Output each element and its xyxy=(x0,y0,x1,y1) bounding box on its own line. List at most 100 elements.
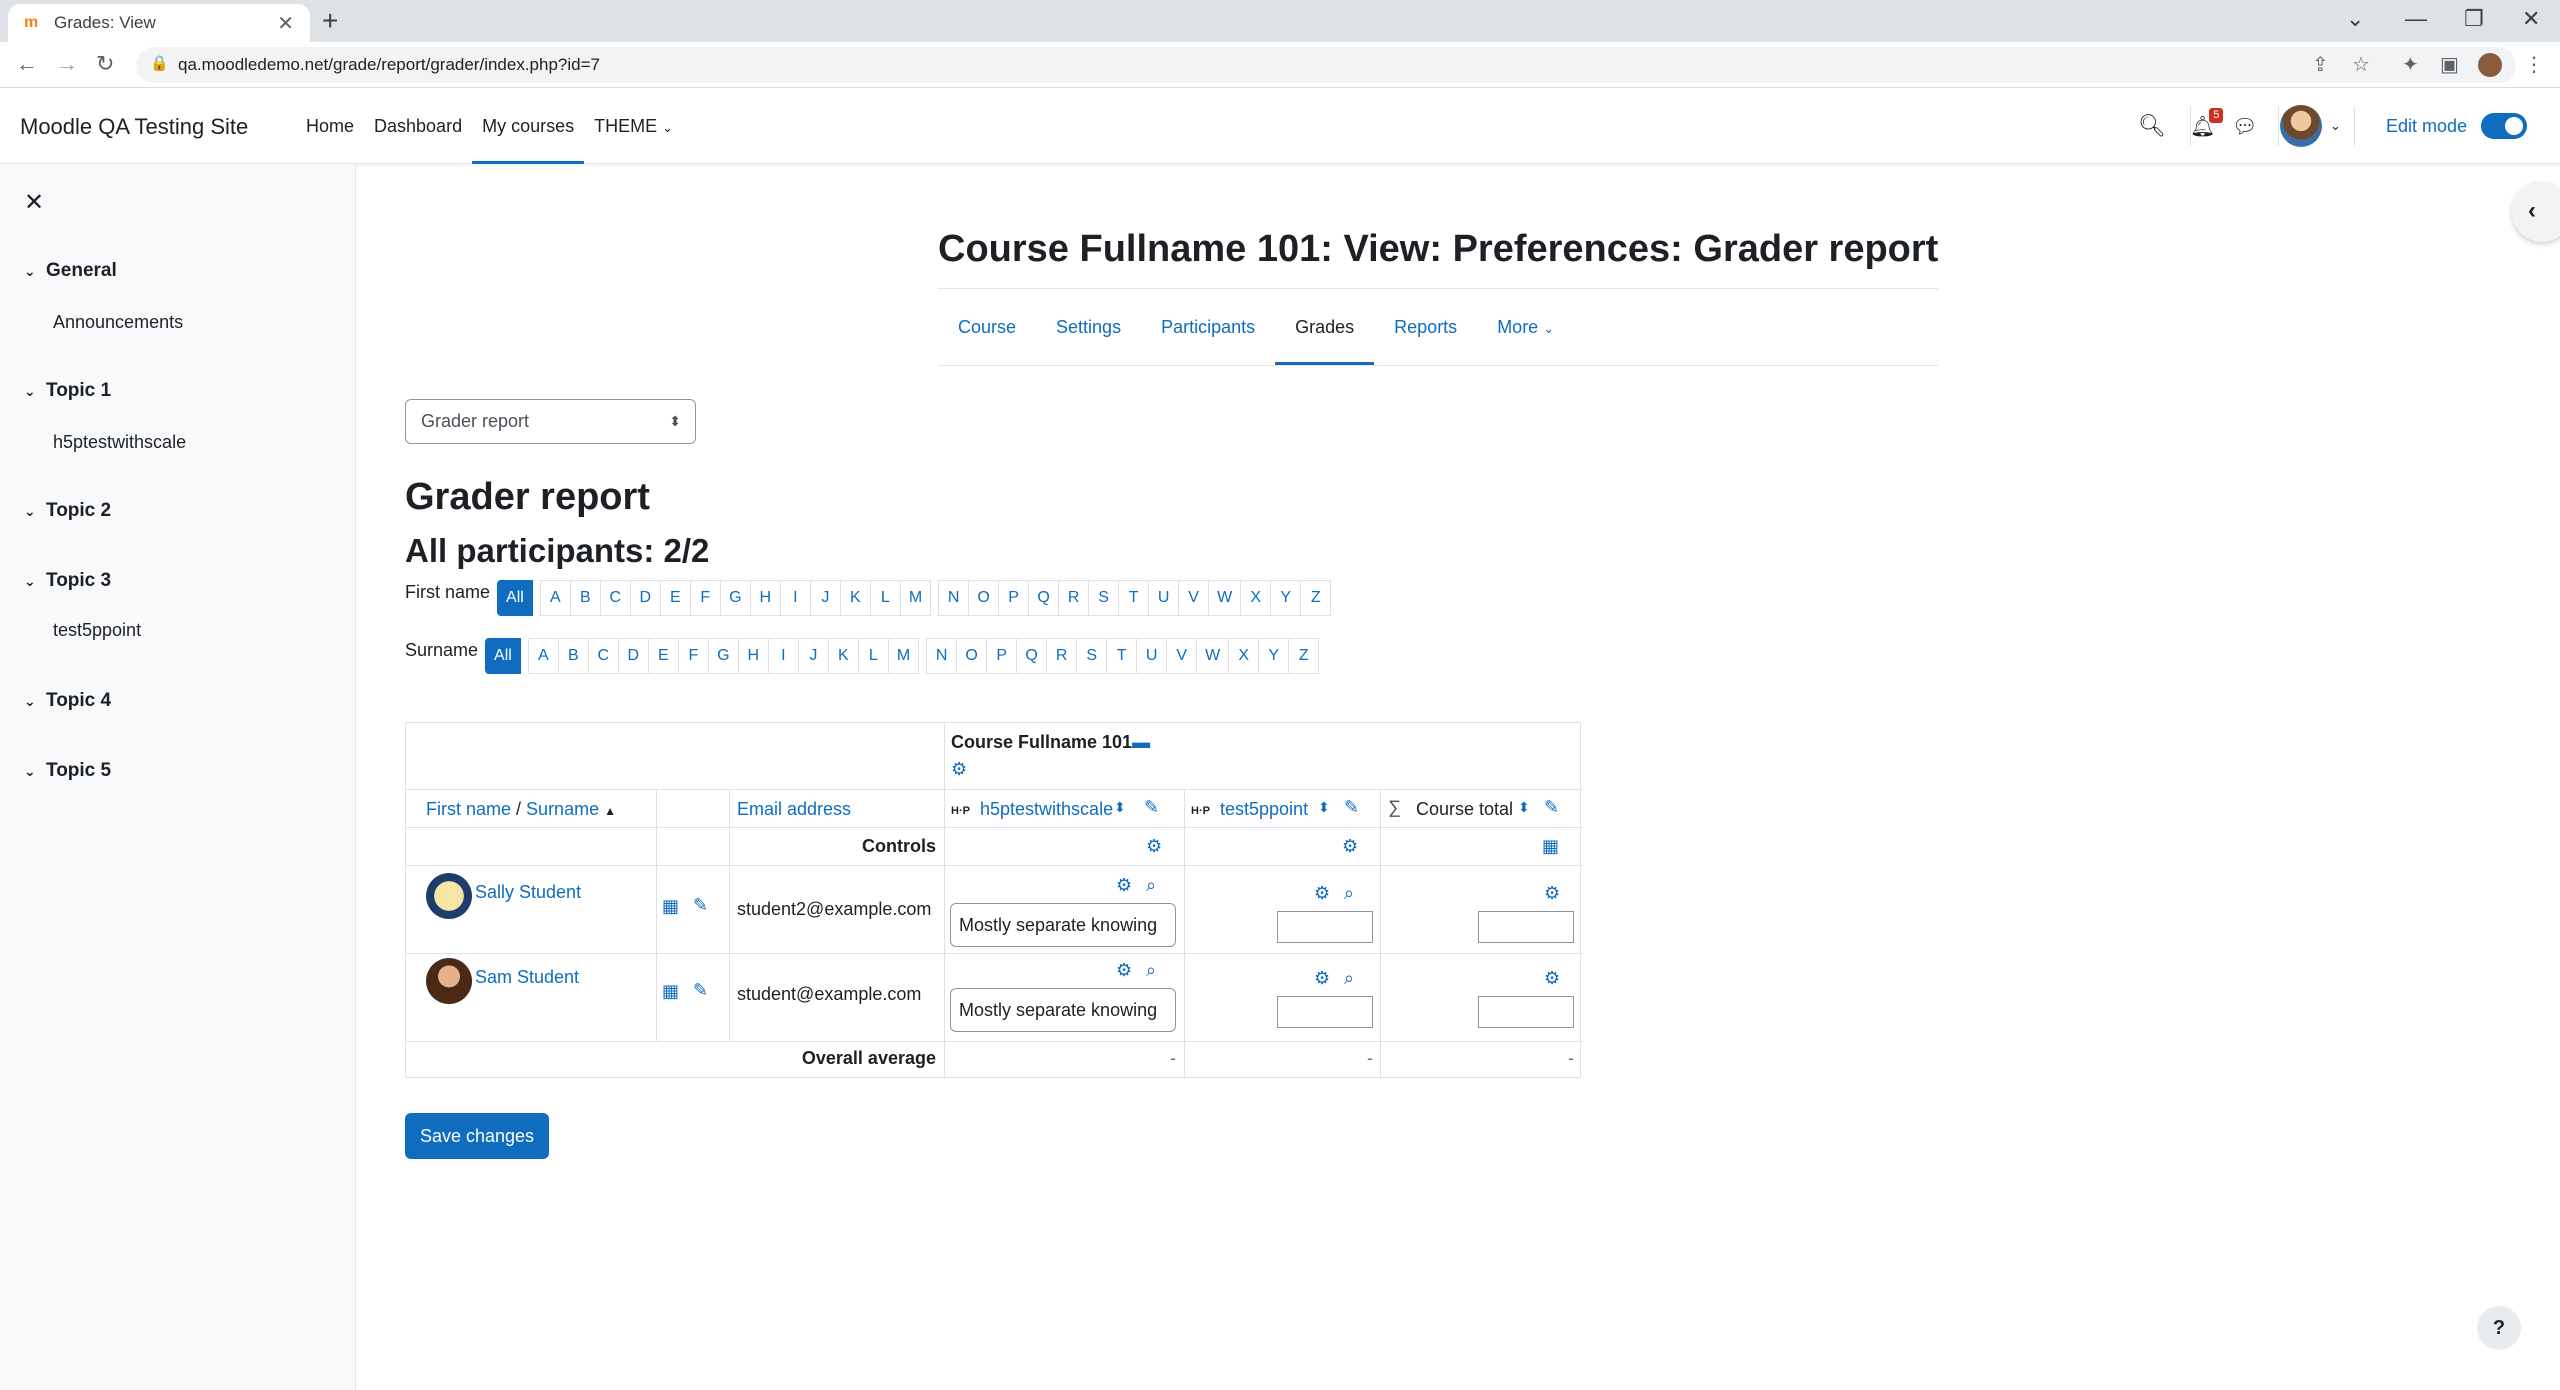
activity-test5ppoint[interactable]: test5ppoint xyxy=(53,620,141,641)
edit-pencil-icon[interactable]: ✎ xyxy=(1144,797,1159,818)
firstname-initial-letter[interactable]: C xyxy=(599,580,631,616)
surname-initial-letter[interactable]: W xyxy=(1196,638,1230,674)
minimize-icon[interactable]: — xyxy=(2405,6,2427,32)
firstname-initial-letter[interactable]: J xyxy=(809,580,841,616)
surname-initial-letter[interactable]: M xyxy=(887,638,920,674)
item-header-h5ptestwithscale[interactable]: h5ptestwithscale xyxy=(980,799,1113,820)
surname-initial-letter[interactable]: D xyxy=(617,638,649,674)
firstname-initial-letter[interactable]: Y xyxy=(1270,580,1302,616)
sort-icon[interactable]: ⬍ xyxy=(1114,799,1126,816)
magnifier-icon[interactable]: ⌕ xyxy=(1344,968,1354,989)
gear-icon[interactable]: ⚙ xyxy=(951,759,967,780)
single-view-grid-icon[interactable]: ▦ xyxy=(662,981,679,1002)
magnifier-icon[interactable]: ⌕ xyxy=(1146,875,1156,896)
nav-home[interactable]: Home xyxy=(296,88,364,164)
course-total-input[interactable] xyxy=(1478,996,1574,1028)
single-view-grid-icon[interactable]: ▦ xyxy=(662,896,679,917)
save-changes-button[interactable]: Save changes xyxy=(405,1113,549,1159)
firstname-initial-letter[interactable]: K xyxy=(839,580,871,616)
close-tab-icon[interactable]: ✕ xyxy=(277,11,294,36)
nav-dashboard[interactable]: Dashboard xyxy=(364,88,472,164)
extensions-icon[interactable]: ✦ xyxy=(2402,52,2419,77)
avatar[interactable] xyxy=(426,958,472,1004)
surname-initial-all[interactable]: All xyxy=(485,638,521,674)
firstname-initial-letter[interactable]: U xyxy=(1148,580,1180,616)
firstname-initial-letter[interactable]: E xyxy=(659,580,691,616)
activity-announcements[interactable]: Announcements xyxy=(53,312,183,333)
surname-initial-letter[interactable]: I xyxy=(767,638,799,674)
item-header-test5ppoint[interactable]: test5ppoint xyxy=(1220,799,1308,820)
surname-initial-letter[interactable]: Y xyxy=(1258,638,1290,674)
firstname-initial-letter[interactable]: V xyxy=(1178,580,1210,616)
surname-initial-letter[interactable]: G xyxy=(707,638,739,674)
grade-input[interactable] xyxy=(1277,996,1373,1028)
browser-menu-icon[interactable]: ⋮ xyxy=(2524,52,2544,77)
url-field[interactable]: 🔒 qa.moodledemo.net/grade/report/grader/… xyxy=(136,47,2516,83)
tab-search-icon[interactable]: ⌄ xyxy=(2346,6,2364,32)
close-window-icon[interactable]: ✕ xyxy=(2522,6,2540,32)
tab-participants[interactable]: Participants xyxy=(1141,289,1275,365)
edit-pencil-icon[interactable]: ✎ xyxy=(1544,797,1559,818)
magnifier-icon[interactable]: ⌕ xyxy=(1344,883,1354,904)
edit-mode-toggle[interactable] xyxy=(2481,113,2528,139)
restore-icon[interactable]: ❐ xyxy=(2464,6,2484,32)
sort-icon[interactable]: ⬍ xyxy=(1318,799,1330,816)
gear-icon[interactable]: ⚙ xyxy=(1544,883,1560,904)
firstname-initial-letter[interactable]: M xyxy=(899,580,932,616)
gear-icon[interactable]: ⚙ xyxy=(1342,836,1358,857)
reload-icon[interactable]: ↻ xyxy=(96,51,114,77)
avatar[interactable] xyxy=(426,873,472,919)
search-icon[interactable]: 🔍︎ xyxy=(2138,88,2166,164)
firstname-initial-letter[interactable]: T xyxy=(1118,580,1150,616)
gear-icon[interactable]: ⚙ xyxy=(1116,875,1132,896)
surname-initial-letter[interactable]: X xyxy=(1228,638,1260,674)
share-icon[interactable]: ⇪ xyxy=(2312,52,2329,77)
firstname-initial-letter[interactable]: P xyxy=(998,580,1030,616)
browser-tab[interactable]: m Grades: View ✕ xyxy=(8,4,310,42)
user-menu[interactable]: ⌄ xyxy=(2280,88,2341,164)
section-topic-3[interactable]: ⌄ Topic 3 xyxy=(24,570,111,592)
surname-initial-letter[interactable]: V xyxy=(1166,638,1198,674)
report-selector[interactable]: Grader report ⬍ xyxy=(405,399,696,444)
gear-icon[interactable]: ⚙ xyxy=(1146,836,1162,857)
gear-icon[interactable]: ⚙ xyxy=(1314,968,1330,989)
surname-initial-letter[interactable]: U xyxy=(1136,638,1168,674)
notifications-bell-icon[interactable]: 🔔︎ 5 xyxy=(2190,88,2224,164)
firstname-initial-all[interactable]: All xyxy=(497,580,533,616)
back-icon[interactable]: ← xyxy=(16,51,38,77)
side-panel-icon[interactable]: ▣ xyxy=(2440,52,2459,77)
firstname-initial-letter[interactable]: Z xyxy=(1300,580,1332,616)
section-topic-2[interactable]: ⌄ Topic 2 xyxy=(24,500,111,522)
firstname-initial-letter[interactable]: G xyxy=(719,580,751,616)
tab-reports[interactable]: Reports xyxy=(1374,289,1477,365)
surname-initial-letter[interactable]: Q xyxy=(1016,638,1048,674)
firstname-initial-letter[interactable]: X xyxy=(1240,580,1272,616)
firstname-initial-letter[interactable]: F xyxy=(689,580,721,616)
section-topic-1[interactable]: ⌄ Topic 1 xyxy=(24,380,111,402)
surname-initial-letter[interactable]: P xyxy=(986,638,1018,674)
sort-icon[interactable]: ⬍ xyxy=(1518,799,1530,816)
forward-icon[interactable]: → xyxy=(56,51,78,77)
firstname-initial-letter[interactable]: O xyxy=(968,580,1000,616)
student-name-link[interactable]: Sally Student xyxy=(475,882,581,903)
tab-more[interactable]: More ⌄ xyxy=(1477,289,1574,365)
course-total-input[interactable] xyxy=(1478,911,1574,943)
surname-initial-letter[interactable]: H xyxy=(737,638,769,674)
firstname-initial-letter[interactable]: L xyxy=(869,580,901,616)
firstname-initial-letter[interactable]: H xyxy=(749,580,781,616)
edit-pencil-icon[interactable]: ✎ xyxy=(1344,797,1359,818)
edit-mode-control[interactable]: Edit mode xyxy=(2386,88,2528,164)
edit-pencil-icon[interactable]: ✎ xyxy=(693,980,708,1001)
section-topic-4[interactable]: ⌄ Topic 4 xyxy=(24,690,111,712)
gear-icon[interactable]: ⚙ xyxy=(1116,960,1132,981)
firstname-initial-letter[interactable]: S xyxy=(1088,580,1120,616)
surname-initial-letter[interactable]: O xyxy=(956,638,988,674)
profile-avatar-icon[interactable] xyxy=(2478,53,2502,77)
surname-initial-letter[interactable]: S xyxy=(1076,638,1108,674)
messages-icon[interactable]: 💬︎ xyxy=(2232,88,2257,164)
surname-initial-letter[interactable]: R xyxy=(1046,638,1078,674)
section-general[interactable]: ⌄ General xyxy=(24,260,117,282)
surname-initial-letter[interactable]: C xyxy=(587,638,619,674)
firstname-initial-letter[interactable]: A xyxy=(539,580,571,616)
firstname-initial-letter[interactable]: Q xyxy=(1028,580,1060,616)
